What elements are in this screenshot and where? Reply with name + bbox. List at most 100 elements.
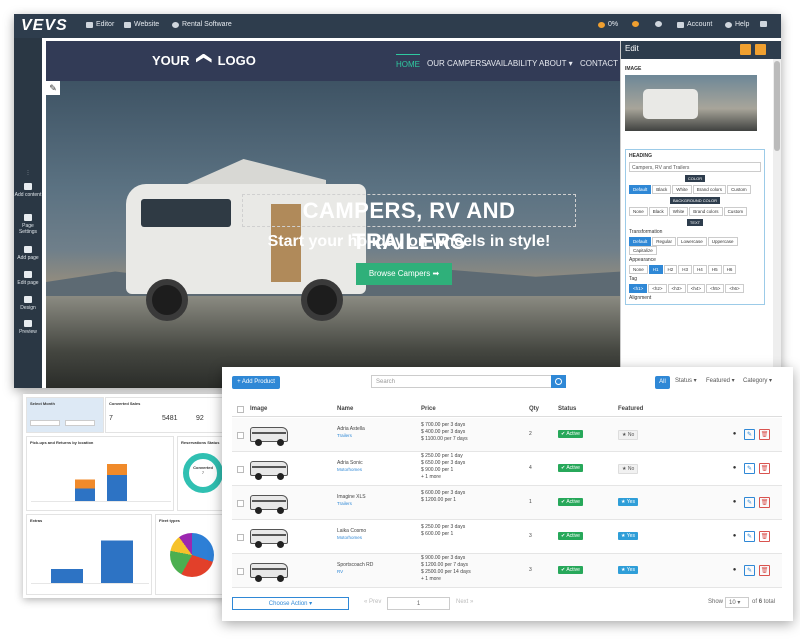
- hero-subheading[interactable]: Start your holiday on wheels in style!: [242, 233, 576, 251]
- delete-icon[interactable]: 🗑: [759, 497, 770, 508]
- delete-icon[interactable]: 🗑: [759, 463, 770, 474]
- browse-campers-button[interactable]: Browse Campers ➡: [356, 263, 452, 285]
- table-row[interactable]: Adria Astella Trailers $ 700.00 per 3 days…: [232, 418, 782, 452]
- row-checkbox[interactable]: [237, 568, 244, 575]
- heading-text-input[interactable]: Campers, RV and Trailers: [629, 162, 761, 172]
- next-page-button[interactable]: Next »: [456, 599, 473, 605]
- per-page-select[interactable]: 10 ▾: [725, 597, 749, 608]
- appearance-none[interactable]: None: [629, 265, 648, 274]
- filter-all-button[interactable]: All: [655, 376, 670, 389]
- edit-icon[interactable]: ✎: [744, 531, 755, 542]
- featured-badge[interactable]: ★ Yes: [618, 498, 638, 506]
- nav-contact[interactable]: CONTACT U: [580, 59, 622, 68]
- delete-icon[interactable]: 🗑: [759, 565, 770, 576]
- page-input[interactable]: 1: [387, 597, 450, 610]
- color-default[interactable]: Default: [629, 185, 652, 194]
- logout-button[interactable]: [760, 21, 767, 27]
- info-icon[interactable]: ●: [729, 463, 740, 474]
- color-white[interactable]: White: [672, 185, 692, 194]
- row-checkbox[interactable]: [237, 432, 244, 439]
- copy-icon[interactable]: [755, 44, 766, 55]
- sidebar-edit-page[interactable]: Edit page: [14, 271, 42, 286]
- product-thumbnail[interactable]: [250, 560, 288, 582]
- status-badge[interactable]: ✔ Active: [558, 464, 583, 472]
- bg-black[interactable]: Black: [648, 207, 668, 216]
- edit-section-pencil-icon[interactable]: ✎: [46, 81, 60, 95]
- edit-panel-scroll-thumb[interactable]: [774, 61, 780, 151]
- transform-regular[interactable]: Regular: [652, 237, 677, 246]
- featured-badge[interactable]: ★ No: [618, 464, 639, 474]
- appearance-h5[interactable]: H5: [707, 265, 722, 274]
- account-menu[interactable]: Account: [677, 21, 712, 28]
- col-name[interactable]: Name: [337, 406, 353, 412]
- month-select[interactable]: [30, 420, 60, 426]
- edit-icon[interactable]: ✎: [744, 429, 755, 440]
- tag-h6[interactable]: <h6>: [725, 284, 744, 293]
- preview-eye-button[interactable]: [655, 21, 662, 27]
- edit-icon[interactable]: ✎: [744, 463, 755, 474]
- sidebar-page-settings[interactable]: Page Settings: [14, 214, 42, 235]
- appearance-h6[interactable]: H6: [722, 265, 737, 274]
- col-qty[interactable]: Qty: [529, 406, 539, 412]
- product-thumbnail[interactable]: [250, 526, 288, 548]
- table-row[interactable]: Laika Cosmo Motorhomes $ 250.00 per 3 days…: [232, 520, 782, 554]
- website-menu[interactable]: Website: [124, 21, 159, 28]
- appearance-h1[interactable]: H1: [648, 265, 663, 274]
- choose-action-dropdown[interactable]: Choose Action ▾: [232, 597, 349, 610]
- year-select[interactable]: [65, 420, 95, 426]
- filter-status-dropdown[interactable]: Status ▾: [675, 377, 697, 384]
- row-checkbox[interactable]: [237, 534, 244, 541]
- save-icon[interactable]: [740, 44, 751, 55]
- info-icon[interactable]: ●: [729, 565, 740, 576]
- sidebar-design[interactable]: Design: [14, 296, 42, 311]
- sidebar-preview[interactable]: Preview: [14, 320, 42, 335]
- bg-none[interactable]: None: [629, 207, 648, 216]
- delete-icon[interactable]: 🗑: [759, 429, 770, 440]
- featured-badge[interactable]: ★ Yes: [618, 532, 638, 540]
- status-badge[interactable]: ✔ Active: [558, 566, 583, 574]
- info-icon[interactable]: ●: [729, 531, 740, 542]
- color-custom[interactable]: Custom: [727, 185, 751, 194]
- editor-menu[interactable]: Editor: [86, 21, 114, 28]
- search-input[interactable]: Search: [371, 375, 552, 388]
- edit-icon[interactable]: ✎: [744, 497, 755, 508]
- col-featured[interactable]: Featured: [618, 406, 643, 412]
- nav-availability[interactable]: AVAILABILITY: [486, 59, 537, 68]
- info-icon[interactable]: ●: [729, 429, 740, 440]
- help-menu[interactable]: Help: [725, 21, 749, 28]
- filter-category-dropdown[interactable]: Category ▾: [743, 377, 772, 384]
- nav-our-campers[interactable]: OUR CAMPERS: [427, 59, 487, 68]
- bg-brand[interactable]: Brand colors: [689, 207, 723, 216]
- table-row[interactable]: Sportscoach RD RV $ 900.00 per 3 days $ 120…: [232, 554, 782, 588]
- status-badge[interactable]: ✔ Active: [558, 498, 583, 506]
- search-icon[interactable]: [551, 375, 566, 388]
- tag-h1[interactable]: <h1>: [629, 284, 648, 293]
- sidebar-add-content[interactable]: Add content: [14, 183, 42, 198]
- tag-h2[interactable]: <h2>: [648, 284, 667, 293]
- appearance-h3[interactable]: H3: [678, 265, 693, 274]
- image-thumbnail[interactable]: [625, 75, 757, 131]
- featured-badge[interactable]: ★ No: [618, 430, 639, 440]
- product-thumbnail[interactable]: [250, 492, 288, 514]
- progress-indicator[interactable]: 0%: [598, 21, 618, 28]
- sidebar-collapse-handle[interactable]: ⋮: [14, 170, 42, 176]
- tag-h5[interactable]: <h5>: [706, 284, 725, 293]
- col-price[interactable]: Price: [421, 406, 436, 412]
- tag-h4[interactable]: <h4>: [686, 284, 706, 293]
- select-all-checkbox[interactable]: [237, 406, 244, 413]
- color-brand[interactable]: Brand colors: [692, 185, 727, 194]
- edit-icon[interactable]: ✎: [744, 565, 755, 576]
- bg-white[interactable]: White: [668, 207, 689, 216]
- status-badge[interactable]: ✔ Active: [558, 532, 583, 540]
- nav-home[interactable]: HOME: [396, 54, 420, 69]
- info-icon[interactable]: ●: [729, 497, 740, 508]
- tag-h3[interactable]: <h3>: [667, 284, 686, 293]
- transform-lowercase[interactable]: Lowercase: [677, 237, 707, 246]
- table-row[interactable]: Adria Sonic Motorhomes $ 250.00 per 1 day $…: [232, 452, 782, 486]
- product-thumbnail[interactable]: [250, 458, 288, 480]
- site-logo[interactable]: YOUR LOGO: [152, 53, 256, 68]
- transform-capitalize[interactable]: Capitalize: [629, 246, 657, 255]
- row-checkbox[interactable]: [237, 466, 244, 473]
- settings-button[interactable]: [632, 21, 639, 27]
- hero-heading[interactable]: CAMPERS, RV AND TRAILERS: [242, 194, 576, 254]
